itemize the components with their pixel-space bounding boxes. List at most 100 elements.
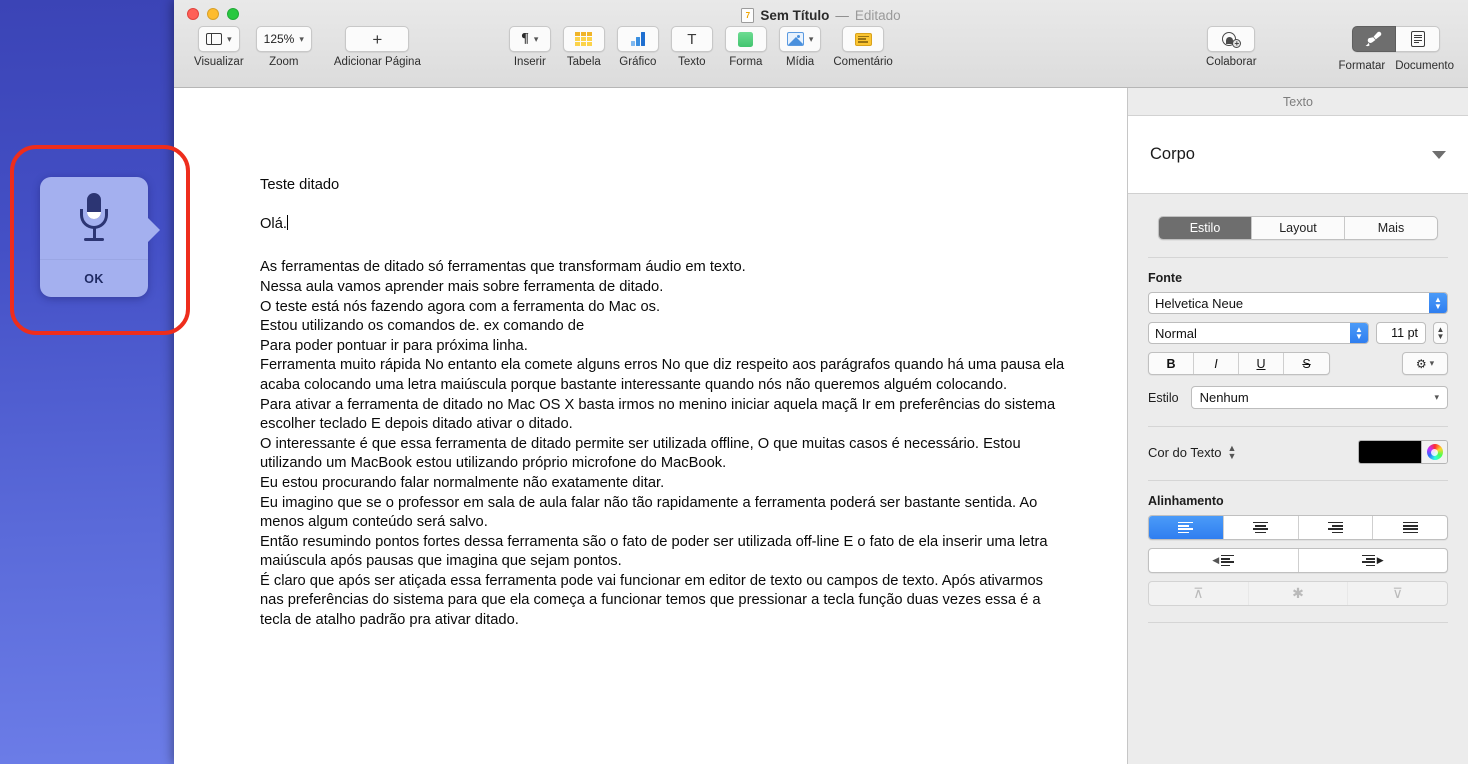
chevron-down-icon: ▾ [808, 33, 814, 44]
indent-buttons[interactable]: ◀ ▶ [1148, 548, 1448, 573]
toolbar-item-grafico[interactable]: Gráfico [616, 26, 659, 68]
pilcrow-icon: ¶ [521, 31, 529, 46]
text-color-label: Cor do Texto [1148, 444, 1222, 460]
character-style-label: Estilo [1148, 390, 1179, 405]
font-size-stepper[interactable]: ▲ ▼ [1433, 322, 1448, 344]
toolbar-item-visualizar[interactable]: ▾ Visualizar [194, 26, 244, 68]
inspector-segmented-control[interactable] [1352, 26, 1441, 52]
toolbar-label-midia: Mídia [786, 56, 815, 68]
inspector-tabs[interactable]: Estilo Layout Mais [1158, 216, 1438, 240]
media-button[interactable]: ▾ [778, 26, 822, 52]
toolbar-label-grafico: Gráfico [619, 56, 657, 68]
dictation-ok-button[interactable]: OK [40, 260, 148, 297]
font-weight-select[interactable]: Normal ▲ ▼ [1148, 322, 1369, 344]
text-color-swatch[interactable] [1359, 441, 1421, 463]
toolbar-item-zoom[interactable]: 125% ▾ Zoom [255, 26, 312, 68]
dictation-popup[interactable]: OK [40, 177, 160, 297]
tab-estilo[interactable]: Estilo [1159, 217, 1252, 239]
font-size-field[interactable]: 11 pt [1376, 322, 1426, 344]
align-justify-button[interactable] [1373, 516, 1447, 539]
comment-button[interactable] [842, 26, 885, 52]
align-middle-button[interactable]: ✱ [1249, 582, 1349, 605]
toolbar-item-texto[interactable]: T Texto [670, 26, 713, 68]
horizontal-alignment-buttons[interactable] [1148, 515, 1448, 540]
paintbrush-icon [1365, 31, 1383, 47]
character-style-select[interactable]: Nenhum ▾ [1190, 386, 1448, 409]
microphone-icon [77, 193, 111, 243]
chevron-updown-icon[interactable]: ▲ ▼ [1429, 293, 1447, 313]
doc-line-text: Olá. [260, 216, 287, 233]
italic-button[interactable]: I [1194, 353, 1239, 374]
chevron-updown-icon[interactable]: ▲ ▼ [1227, 444, 1236, 461]
increase-indent-button[interactable]: ▶ [1299, 549, 1448, 572]
tab-mais[interactable]: Mais [1345, 217, 1437, 239]
font-size-value: 11 pt [1391, 326, 1418, 340]
collaborate-button[interactable]: + [1207, 26, 1256, 52]
toolbar-item-colaborar[interactable]: + Colaborar [1206, 26, 1257, 68]
color-wheel-button[interactable] [1421, 441, 1447, 463]
chart-button[interactable] [616, 26, 659, 52]
chevron-down-icon: ▾ [227, 33, 232, 44]
vertical-alignment-buttons[interactable]: ⊼ ✱ ⊽ [1148, 581, 1448, 606]
window-content-area: Teste ditado Olá. As ferramentas de dita… [174, 88, 1468, 764]
chevron-down-icon: ▾ [299, 33, 304, 44]
document-canvas[interactable]: Teste ditado Olá. As ferramentas de dita… [174, 88, 1127, 764]
toolbar-item-adicionar-pagina[interactable]: + Adicionar Página [334, 26, 421, 68]
tab-layout[interactable]: Layout [1252, 217, 1345, 239]
toolbar-item-comentario[interactable]: Comentário [833, 26, 893, 68]
shape-square-icon [738, 31, 754, 47]
font-weight-value: Normal [1155, 325, 1197, 341]
shape-button[interactable] [724, 26, 767, 52]
font-options-gear-button[interactable]: ⚙ ▾ [1402, 352, 1448, 375]
text-color-swatch-group[interactable] [1358, 440, 1448, 464]
toolbar-item-tabela[interactable]: Tabela [562, 26, 605, 68]
view-panes-icon [206, 33, 223, 45]
add-page-button[interactable]: + [345, 26, 410, 52]
toolbar-item-midia[interactable]: ▾ Mídia [778, 26, 822, 68]
document-page[interactable]: Teste ditado Olá. As ferramentas de dita… [174, 88, 1127, 631]
zoom-button[interactable]: 125% ▾ [255, 26, 312, 52]
align-left-button[interactable] [1149, 516, 1224, 539]
text-style-row: B I U S ⚙ ▾ [1148, 352, 1448, 375]
toolbar-item-forma[interactable]: Forma [724, 26, 767, 68]
chevron-down-icon[interactable] [1432, 150, 1446, 159]
align-center-button[interactable] [1224, 516, 1299, 539]
dictation-card[interactable]: OK [40, 177, 160, 297]
text-box-button[interactable]: T [670, 26, 713, 52]
text-style-buttons[interactable]: B I U S [1148, 352, 1330, 375]
table-button[interactable] [562, 26, 605, 52]
chevron-updown-icon[interactable]: ▲ ▼ [1350, 323, 1368, 343]
toolbar-label-visualizar: Visualizar [194, 56, 244, 68]
doc-line: O interessante é que essa ferramenta de … [260, 435, 1025, 472]
align-middle-icon: ✱ [1292, 585, 1304, 601]
insert-button[interactable]: ¶ ▾ [508, 26, 551, 52]
color-wheel-icon [1426, 444, 1443, 460]
align-left-icon [1178, 521, 1194, 534]
font-weight-size-row: Normal ▲ ▼ 11 pt ▲ ▼ [1148, 322, 1448, 344]
toolbar-label-formatar: Formatar [1338, 60, 1386, 72]
align-bottom-button[interactable]: ⊽ [1348, 582, 1447, 605]
align-bottom-icon: ⊽ [1392, 585, 1403, 601]
underline-button[interactable]: U [1239, 353, 1284, 374]
toolbar-label-tabela: Tabela [566, 56, 601, 68]
document-title-text: Sem Título [760, 7, 830, 23]
pages-app-window: 7 Sem Título — Editado ▾ Visualizar 125% [174, 0, 1468, 764]
title-separator: — [835, 7, 849, 23]
align-top-button[interactable]: ⊼ [1149, 582, 1249, 605]
paragraph-style-selector[interactable]: Corpo [1128, 116, 1468, 194]
decrease-indent-icon: ◀ [1212, 554, 1235, 567]
font-family-select[interactable]: Helvetica Neue ▲ ▼ [1148, 292, 1448, 314]
bold-button[interactable]: B [1149, 353, 1194, 374]
table-icon [575, 32, 593, 46]
bar-chart-icon [631, 32, 645, 46]
document-inspector-button[interactable] [1396, 26, 1441, 52]
view-button[interactable]: ▾ [197, 26, 240, 52]
inspector-scroll-area: Estilo Layout Mais Fonte Helvetica Neue … [1128, 194, 1468, 764]
decrease-indent-button[interactable]: ◀ [1149, 549, 1299, 572]
strikethrough-button[interactable]: S [1284, 353, 1329, 374]
align-right-button[interactable] [1299, 516, 1374, 539]
align-justify-icon [1402, 521, 1418, 534]
format-inspector-button[interactable] [1352, 26, 1397, 52]
text-caret [286, 215, 288, 231]
toolbar-item-inserir[interactable]: ¶ ▾ Inserir [508, 26, 551, 68]
